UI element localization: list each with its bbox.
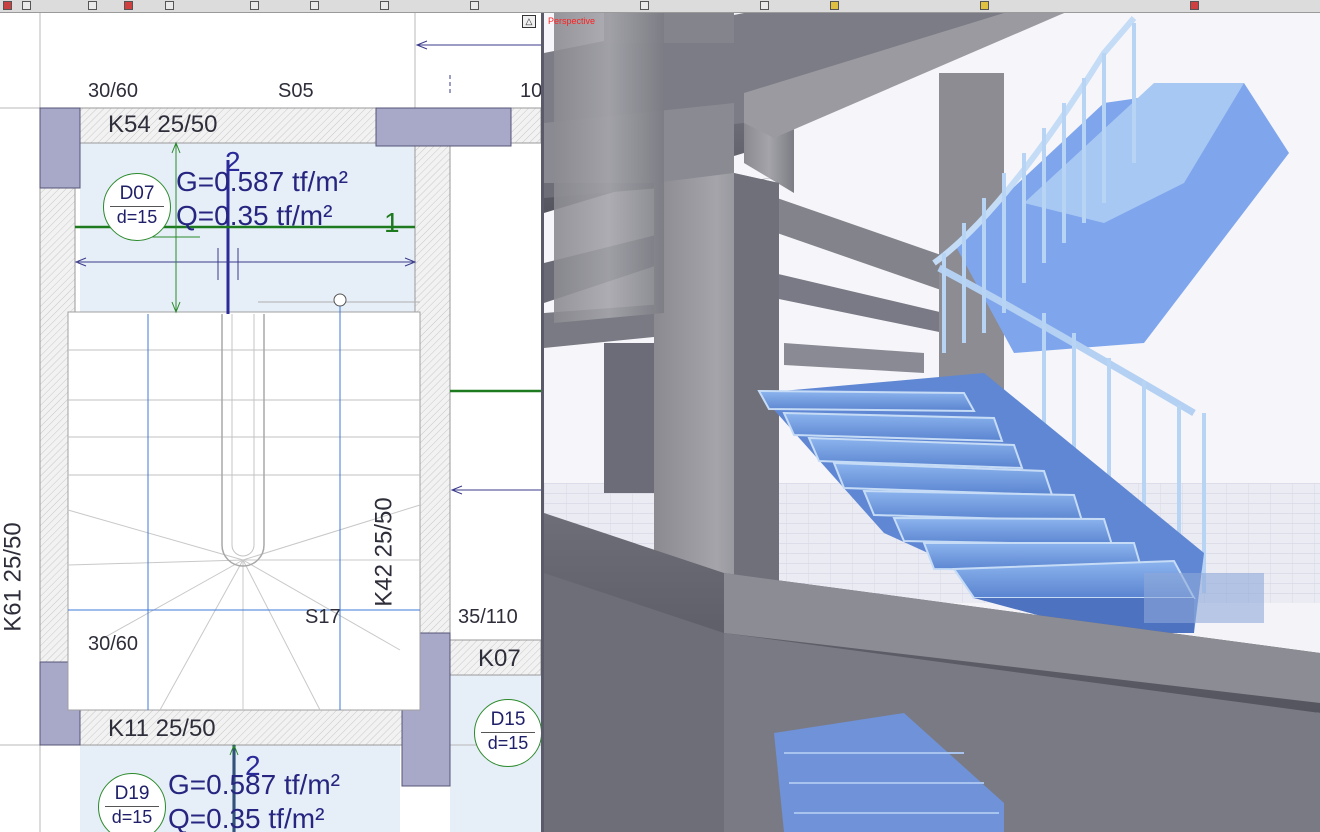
plan-view[interactable]: 30/60 S05 10 K54 25/50 D07 d=15 G=0.587 … — [0, 13, 541, 832]
column-tl — [39, 107, 81, 189]
line-icon[interactable] — [22, 1, 31, 10]
dim-mid-right: 35/110 — [458, 606, 518, 628]
slab-tag-d15[interactable]: D15 d=15 — [474, 699, 541, 767]
view-title: Perspective — [548, 16, 596, 26]
beam-label-k61[interactable]: K61 25/50 — [0, 522, 28, 631]
beam-label-k11[interactable]: K11 25/50 — [108, 715, 216, 743]
load-q-bottom: Q=0.35 tf/m² — [168, 803, 325, 832]
column-label-s05: S05 — [278, 80, 314, 102]
column-s05 — [375, 107, 512, 147]
column-icon[interactable] — [310, 1, 319, 10]
beam-label-k07[interactable]: K07 — [478, 645, 521, 673]
flag-icon[interactable] — [124, 1, 133, 10]
rotate-icon[interactable] — [760, 1, 769, 10]
select-icon[interactable] — [3, 1, 12, 10]
text-icon[interactable] — [380, 1, 389, 10]
layer-icon[interactable] — [980, 1, 989, 10]
settings-icon[interactable] — [1190, 1, 1199, 10]
axis-marker-bottom: 2 — [245, 750, 261, 781]
table-icon[interactable] — [250, 1, 259, 10]
axis-marker-top: 2 — [225, 146, 241, 177]
collapse-icon[interactable]: △ — [522, 15, 536, 28]
view-icon[interactable] — [640, 1, 649, 10]
dim-bottom-left: 30/60 — [88, 633, 139, 655]
perspective-view[interactable]: Perspective — [544, 13, 1320, 832]
slab-thickness: d=15 — [110, 206, 164, 227]
dim-top-left: 30/60 — [88, 80, 139, 102]
stair-start-marker — [333, 293, 347, 307]
window-icon[interactable] — [88, 1, 97, 10]
perspective-render — [544, 13, 1320, 832]
plan-drawing — [0, 13, 541, 832]
beam-k11 — [39, 709, 411, 746]
slab-tag-d07[interactable]: D07 d=15 — [103, 173, 171, 241]
axis-marker-green: 1 — [384, 207, 400, 238]
column-label-s17: S17 — [305, 606, 341, 628]
slab-id: D15 — [490, 709, 526, 730]
dimension-icon[interactable] — [830, 1, 839, 10]
beam-label-k42[interactable]: K42 25/50 — [371, 497, 399, 606]
load-q-main: Q=0.35 tf/m² — [176, 200, 333, 231]
delete-icon[interactable] — [165, 1, 174, 10]
slab-id: D19 — [114, 783, 150, 804]
toolbar — [0, 0, 1320, 13]
dim-top-right: 10 — [520, 80, 541, 102]
slab-id: D07 — [119, 183, 155, 204]
beam-top-right-stub — [509, 107, 541, 144]
slab-icon[interactable] — [470, 1, 479, 10]
load-g-main: G=0.587 tf/m² — [176, 166, 348, 197]
slab-thickness: d=15 — [481, 732, 535, 753]
slab-tag-d19[interactable]: D19 d=15 — [98, 773, 166, 832]
slab-thickness: d=15 — [105, 806, 159, 827]
beam-label-k54[interactable]: K54 25/50 — [108, 111, 217, 139]
